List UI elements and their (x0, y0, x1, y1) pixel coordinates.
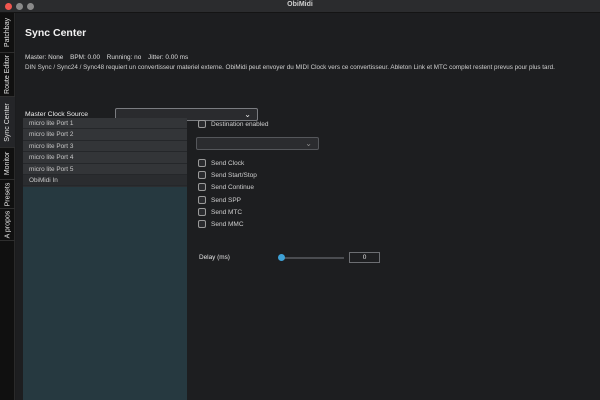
tab-route-editor[interactable]: Route Editor (0, 53, 15, 97)
list-item[interactable]: micro lite Port 1 (23, 118, 187, 130)
jitter-status: Jitter: 0.00 ms (148, 54, 189, 61)
tab-a-propos[interactable]: A propos (0, 209, 15, 241)
delay-slider-handle[interactable] (278, 254, 285, 261)
tab-label: A propos (4, 210, 12, 239)
checkbox-box[interactable] (198, 120, 206, 128)
sidebar-tabs: Patchbay Route Editor Sync Center Monito… (0, 13, 15, 400)
checkbox-label: Send Clock (211, 159, 245, 167)
checkbox-box[interactable] (198, 159, 206, 167)
tab-presets[interactable]: Presets (0, 180, 15, 209)
checkbox-label: Send MTC (211, 208, 243, 216)
status-line: Master: None BPM: 0.00 Running: no Jitte… (25, 54, 193, 61)
sync-center-panel: Sync Center Master: None BPM: 0.00 Runni… (16, 13, 600, 400)
checkbox-label: Destination enabled (211, 120, 269, 128)
chevron-down-icon: ⌄ (305, 139, 312, 148)
send-mtc-checkbox[interactable]: Send MTC (198, 207, 242, 217)
checkbox-box[interactable] (198, 196, 206, 204)
delay-input[interactable]: 0 (349, 252, 380, 263)
checkbox-label: Send MMC (211, 220, 244, 228)
checkbox-box[interactable] (198, 171, 206, 179)
destination-port-list[interactable]: micro lite Port 1 micro lite Port 2 micr… (23, 118, 187, 400)
send-mmc-checkbox[interactable]: Send MMC (198, 219, 244, 229)
delay-slider-track[interactable] (281, 257, 344, 259)
tab-label: Sync Center (4, 102, 11, 142)
master-status: Master: None (25, 54, 64, 61)
checkbox-label: Send Continue (211, 183, 255, 191)
port-list-empty-area (23, 187, 187, 400)
checkbox-box[interactable] (198, 208, 206, 216)
list-item[interactable]: micro lite Port 2 (23, 129, 187, 141)
delay-label: Delay (ms) (199, 254, 230, 261)
checkbox-label: Send Start/Stop (211, 171, 257, 179)
tab-patchbay[interactable]: Patchbay (0, 13, 15, 53)
tab-label: Patchbay (4, 17, 11, 48)
send-start-stop-checkbox[interactable]: Send Start/Stop (198, 170, 257, 180)
chevron-down-icon: ⌄ (244, 110, 251, 119)
list-item[interactable]: micro lite Port 4 (23, 152, 187, 164)
send-continue-checkbox[interactable]: Send Continue (198, 182, 254, 192)
tab-label: Route Editor (4, 55, 12, 94)
running-status: Running: no (106, 54, 142, 61)
send-clock-checkbox[interactable]: Send Clock (198, 158, 244, 168)
bpm-status: BPM: 0.00 (70, 54, 100, 61)
title-bar: ObiMidi (0, 0, 600, 13)
tab-label: Presets (4, 182, 12, 206)
send-spp-checkbox[interactable]: Send SPP (198, 195, 241, 205)
checkbox-label: Send SPP (211, 196, 241, 204)
tab-monitor[interactable]: Monitor (0, 148, 15, 180)
din-sync-notice: DIN Sync / Sync24 / Sync48 requiert un c… (25, 64, 555, 71)
list-item[interactable]: ObiMidi In (23, 174, 187, 187)
checkbox-box[interactable] (198, 220, 206, 228)
tab-sync-center[interactable]: Sync Center (0, 97, 15, 148)
list-item[interactable]: micro lite Port 3 (23, 140, 187, 153)
page-title: Sync Center (25, 27, 87, 39)
checkbox-box[interactable] (198, 183, 206, 191)
list-item[interactable]: micro lite Port 5 (23, 163, 187, 175)
master-clock-source-label: Master Clock Source (25, 111, 89, 118)
window-title: ObiMidi (287, 1, 313, 8)
destination-enabled-checkbox[interactable]: Destination enabled (198, 119, 268, 129)
destination-select[interactable]: ⌄ (196, 137, 319, 150)
tab-label: Monitor (4, 151, 11, 176)
